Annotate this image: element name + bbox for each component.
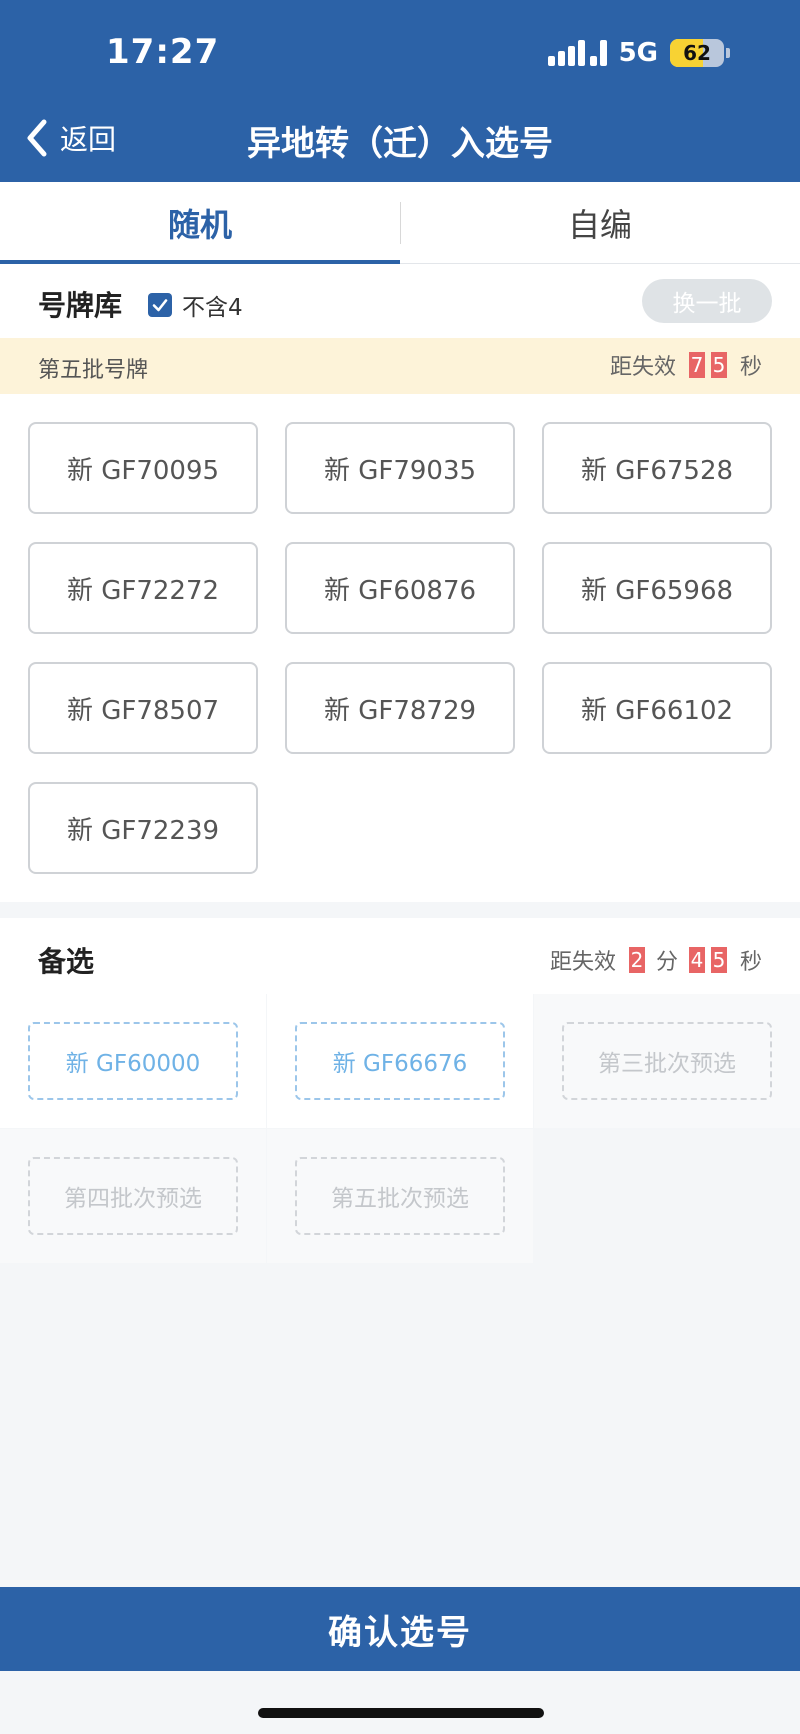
- plate-option[interactable]: 新 GF66102: [542, 662, 772, 754]
- tab-random[interactable]: 随机: [0, 182, 400, 264]
- plate-option[interactable]: 新 GF67528: [542, 422, 772, 514]
- plate-pool-title: 号牌库: [38, 289, 123, 322]
- alternates-countdown: 距失效 2 分 4 5 秒: [550, 944, 762, 976]
- plate-option[interactable]: 新 GF65968: [542, 542, 772, 634]
- plate-option[interactable]: 新 GF72239: [28, 782, 258, 874]
- alternate-slot-cell: 第四批次预选: [0, 1129, 266, 1263]
- countdown-digit: 5: [710, 947, 727, 973]
- battery-level: 62: [683, 41, 711, 65]
- page-title: 异地转（迁）入选号: [247, 124, 553, 164]
- confirm-selection-button[interactable]: 确认选号: [0, 1587, 800, 1671]
- tab-custom[interactable]: 自编: [400, 182, 800, 263]
- alternate-slot-cell: 新 GF60000: [0, 994, 266, 1128]
- alternates-section: 备选 距失效 2 分 4 5 秒 新 GF60000 新 GF66676 第三批…: [0, 918, 800, 1263]
- status-time: 17:27: [106, 32, 220, 72]
- cellular-signal-icon: [547, 40, 607, 66]
- refresh-batch-button[interactable]: 换一批: [642, 279, 772, 323]
- countdown-digit: 4: [688, 947, 705, 973]
- countdown-unit-seconds: 秒: [739, 355, 762, 380]
- alternates-header: 备选 距失效 2 分 4 5 秒: [0, 918, 800, 994]
- exclude-four-label: 不含4: [182, 295, 243, 321]
- countdown-digit: 7: [688, 352, 705, 378]
- batch-countdown: 距失效 7 5 秒: [610, 349, 762, 381]
- battery-icon: 62: [670, 39, 724, 67]
- exclude-four-checkbox[interactable]: 不含4: [148, 288, 243, 322]
- plate-option[interactable]: 新 GF70095: [28, 422, 258, 514]
- alternate-slot-cell: 新 GF66676: [267, 994, 533, 1128]
- countdown-prefix: 距失效: [609, 355, 676, 380]
- alternates-title: 备选: [38, 945, 95, 978]
- tab-divider: [400, 202, 401, 244]
- plate-option[interactable]: 新 GF78729: [285, 662, 515, 754]
- plate-option[interactable]: 新 GF78507: [28, 662, 258, 754]
- countdown-unit-seconds: 秒: [739, 950, 762, 975]
- battery-tip: [726, 48, 730, 58]
- status-indicators: 5G 62: [547, 38, 730, 68]
- alternate-slot-filled[interactable]: 新 GF66676: [295, 1022, 505, 1100]
- home-indicator: [258, 1708, 544, 1718]
- batch-banner: 第五批号牌 距失效 7 5 秒: [0, 338, 800, 394]
- alternate-slot-cell: 第三批次预选: [534, 994, 800, 1128]
- app-header: 17:27 5G 62 返回 异地转（迁）入选号: [0, 0, 800, 182]
- plate-option[interactable]: 新 GF60876: [285, 542, 515, 634]
- batch-title: 第五批号牌: [38, 358, 149, 383]
- mode-tabs: 随机 自编: [0, 182, 800, 264]
- plate-pool-bar: 号牌库 不含4 换一批: [0, 264, 800, 338]
- countdown-unit-minutes: 分: [655, 950, 678, 975]
- checkmark-icon: [148, 293, 172, 317]
- alternate-slot-empty[interactable]: 第三批次预选: [562, 1022, 772, 1100]
- plate-option[interactable]: 新 GF72272: [28, 542, 258, 634]
- alternate-slot-cell: 第五批次预选: [267, 1129, 533, 1263]
- plate-grid: 新 GF70095 新 GF79035 新 GF67528 新 GF72272 …: [0, 394, 800, 902]
- countdown-digit: 2: [628, 947, 645, 973]
- alternate-slot-filled[interactable]: 新 GF60000: [28, 1022, 238, 1100]
- countdown-prefix: 距失效: [549, 950, 616, 975]
- countdown-digit: 5: [710, 352, 727, 378]
- alternate-slot-empty[interactable]: 第四批次预选: [28, 1157, 238, 1235]
- network-type: 5G: [618, 38, 658, 68]
- alternate-slot-empty[interactable]: 第五批次预选: [295, 1157, 505, 1235]
- plate-option[interactable]: 新 GF79035: [285, 422, 515, 514]
